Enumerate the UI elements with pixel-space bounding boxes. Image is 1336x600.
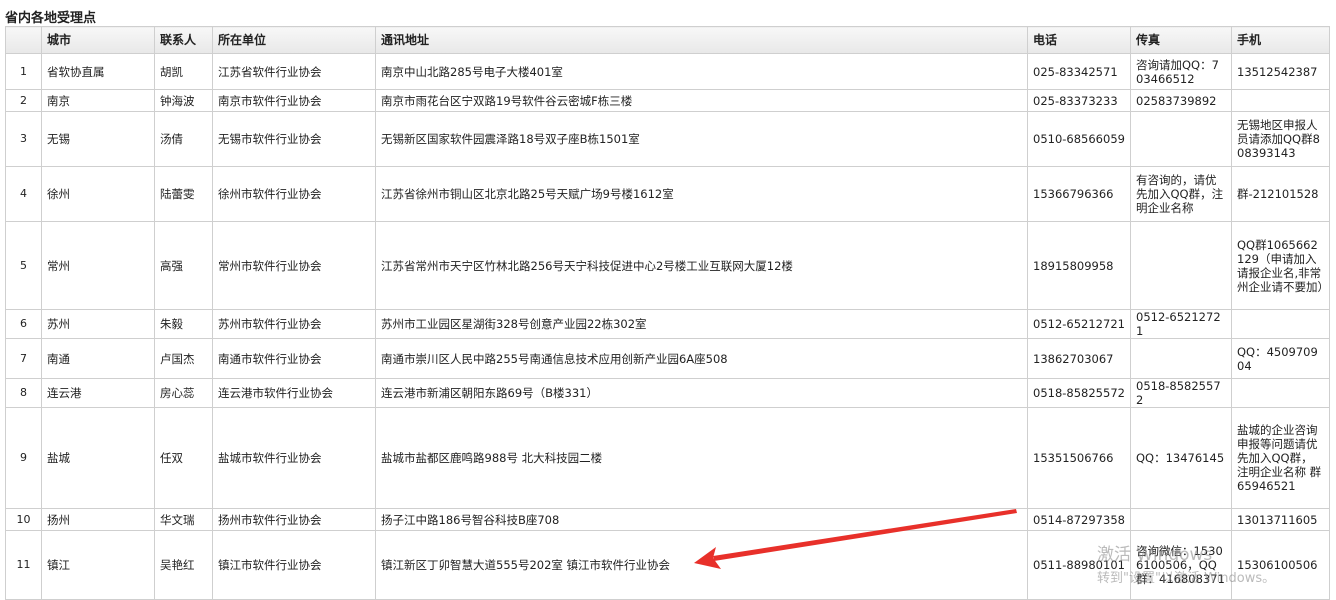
- activate-windows-watermark: 激活 Windows: [1097, 545, 1213, 565]
- activate-windows-watermark-hint: 转到"设置"以激活 Windows。: [1097, 571, 1276, 586]
- arrow-shaft: [713, 509, 1017, 561]
- red-arrow-annotation: [694, 509, 1017, 569]
